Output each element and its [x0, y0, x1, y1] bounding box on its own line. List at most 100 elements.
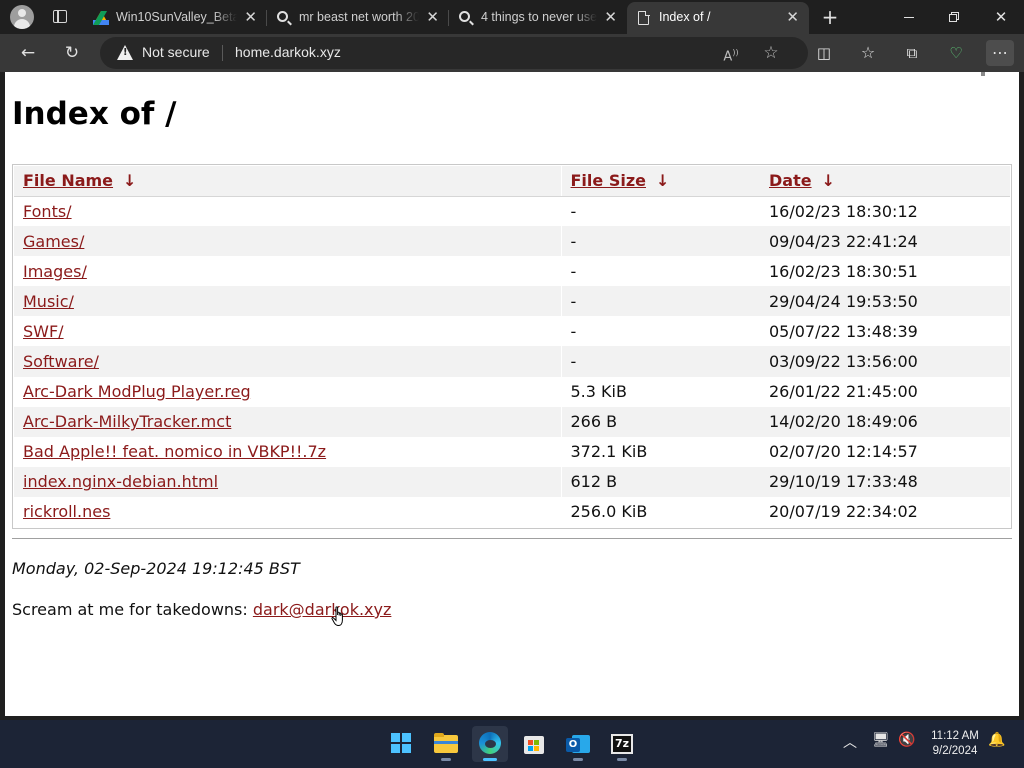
file-link[interactable]: Images/	[23, 262, 87, 281]
file-link[interactable]: Bad Apple!! feat. nomico in VBKP!!.7z	[23, 442, 326, 461]
sort-arrow-icon: ↓	[656, 171, 670, 191]
table-row: Games/ -09/04/23 22:41:24	[14, 226, 1010, 257]
column-label: File Size	[570, 171, 647, 191]
network-icon[interactable]: 🖥	[872, 732, 890, 748]
file-name-cell: Software/	[14, 346, 562, 377]
file-link[interactable]: Software/	[23, 352, 99, 371]
url-text[interactable]: home.darkok.xyz	[235, 44, 341, 60]
minimize-icon[interactable]	[886, 0, 932, 34]
file-name-cell: Arc-Dark-MilkyTracker.mct	[14, 406, 562, 437]
file-date: 20/07/19 22:34:02	[769, 502, 918, 522]
notifications-bell-icon[interactable]: 🔔	[988, 732, 1005, 748]
contact-text: Scream at me for takedowns:	[12, 600, 253, 619]
close-icon[interactable]: ✕	[426, 8, 439, 26]
tab-search-things[interactable]: 4 things to never use on ✕	[449, 2, 627, 34]
restore-icon[interactable]	[932, 0, 978, 34]
file-name-cell: Fonts/	[14, 196, 562, 227]
profile-avatar-icon[interactable]	[10, 5, 34, 29]
file-link[interactable]: Arc-Dark ModPlug Player.reg	[23, 382, 251, 401]
more-menu-icon[interactable]: ⋯	[986, 40, 1014, 66]
tab-drive[interactable]: Win10SunValley_Beta2 ✕	[84, 2, 267, 34]
file-size: -	[561, 346, 760, 377]
store-icon[interactable]	[516, 726, 552, 762]
column-label: Date	[769, 171, 812, 191]
sort-by-size-link[interactable]: File Size ↓	[571, 171, 670, 190]
tab-strip: Win10SunValley_Beta2 ✕ mr beast net wort…	[0, 0, 1024, 34]
contact-email-link[interactable]: dark@darkok.xyz	[253, 600, 392, 619]
file-link[interactable]: rickroll.nes	[23, 502, 110, 521]
file-link[interactable]: index.nginx-debian.html	[23, 472, 218, 491]
tab-search-mrbeast[interactable]: mr beast net worth 2024 ✕	[267, 2, 449, 34]
table-row: Fonts/ - 16/02/23 18:30:12	[14, 196, 1010, 227]
file-link[interactable]: Games/	[23, 232, 84, 251]
file-link[interactable]: Arc-Dark-MilkyTracker.mct	[23, 412, 231, 431]
column-header-date[interactable]: Date ↓	[760, 166, 1010, 197]
tab-title: mr beast net worth 2024	[299, 10, 419, 24]
favorites-icon[interactable]: ☆	[854, 40, 882, 66]
tab-index-active[interactable]: Index of / ✕	[627, 2, 809, 34]
new-tab-icon[interactable]: +	[818, 5, 842, 29]
windows-start-icon[interactable]	[384, 726, 420, 762]
file-link[interactable]: Music/	[23, 292, 74, 311]
tab-title: Index of /	[659, 10, 711, 24]
file-name-cell: Images/	[14, 256, 562, 287]
browser-toolbar: ← ↻ Not secure home.darkok.xyz A)) ☆ ◫ ☆…	[0, 34, 1024, 72]
file-explorer-icon[interactable]	[428, 726, 464, 762]
file-link[interactable]: Fonts/	[23, 202, 72, 221]
volume-muted-icon[interactable]: 🔇	[898, 732, 915, 748]
warning-icon	[117, 45, 133, 60]
column-header-size[interactable]: File Size ↓	[561, 166, 760, 197]
back-icon[interactable]: ←	[14, 40, 42, 66]
tab-actions-icon[interactable]	[48, 7, 72, 27]
table-row: Arc-Dark ModPlug Player.reg 5.3 KiB 26/01/…	[14, 376, 1010, 407]
7zip-icon[interactable]: 7z	[604, 726, 640, 762]
file-date: 29/10/19 17:33:48	[760, 466, 1010, 497]
file-link[interactable]: SWF/	[23, 322, 64, 341]
close-icon[interactable]: ✕	[244, 8, 257, 26]
table-row: Images/ - 16/02/23 18:30:51	[14, 256, 1010, 287]
collections-icon[interactable]: ⧉	[898, 40, 926, 66]
tab-title: 4 things to never use on	[481, 10, 597, 24]
file-date: 14/02/20 18:49:06	[760, 406, 1010, 437]
file-size: 612 B	[561, 466, 760, 497]
split-screen-icon[interactable]: ◫	[810, 40, 838, 66]
security-status[interactable]: Not secure	[142, 44, 210, 60]
file-name-cell: Music/	[14, 286, 562, 317]
file-size: 266 B	[561, 406, 760, 437]
tab-title: Win10SunValley_Beta2	[116, 10, 237, 24]
close-window-icon[interactable]: ✕	[978, 0, 1024, 34]
address-bar[interactable]: Not secure home.darkok.xyz A)) ☆	[100, 37, 808, 69]
file-name-cell: Bad Apple!! feat. nomico in VBKP!!.7z	[14, 436, 562, 467]
file-size: -	[570, 321, 577, 341]
close-icon[interactable]: ✕	[604, 8, 617, 26]
browser-essentials-icon[interactable]: ♡	[942, 40, 970, 66]
scrollbar-thumb[interactable]	[981, 72, 985, 76]
sort-arrow-icon: ↓	[821, 171, 835, 191]
file-size: -	[570, 201, 577, 221]
table-row: Arc-Dark-MilkyTracker.mct 266 B 14/02/20 1…	[14, 406, 1010, 437]
file-name-cell: index.nginx-debian.html	[14, 466, 562, 497]
file-name-cell: SWF/	[14, 316, 562, 347]
close-icon[interactable]: ✕	[786, 8, 799, 26]
system-clock[interactable]: 11:12 AM 9/2/2024	[924, 729, 986, 759]
favorite-star-icon[interactable]: ☆	[759, 43, 783, 63]
refresh-icon[interactable]: ↻	[58, 40, 86, 66]
file-date: 05/07/22 13:48:39	[769, 321, 918, 341]
read-aloud-icon[interactable]: A))	[719, 43, 743, 64]
file-size: -	[570, 261, 577, 281]
sort-by-name-link[interactable]: File Name ↓	[23, 171, 136, 190]
show-hidden-icons-icon[interactable]: ︿	[843, 732, 857, 752]
google-drive-icon	[93, 10, 109, 26]
table-row: SWF/ - 05/07/22 13:48:39	[14, 316, 1010, 347]
file-name-cell: rickroll.nes	[14, 496, 562, 528]
column-header-name[interactable]: File Name ↓	[14, 166, 562, 197]
edge-icon[interactable]	[472, 726, 508, 762]
outlook-icon[interactable]: O	[560, 726, 596, 762]
file-listing: File Name ↓ File Size ↓ Date ↓ Fonts/-16/02…	[12, 164, 1012, 530]
table-row: Music/ -29/04/24 19:53:50	[14, 286, 1010, 317]
clock-time: 11:12 AM	[931, 730, 979, 742]
sort-by-date-link[interactable]: Date ↓	[769, 171, 835, 190]
file-name-cell: Arc-Dark ModPlug Player.reg	[14, 376, 562, 407]
clock-date: 9/2/2024	[932, 745, 978, 757]
hand-cursor-icon	[331, 606, 343, 627]
